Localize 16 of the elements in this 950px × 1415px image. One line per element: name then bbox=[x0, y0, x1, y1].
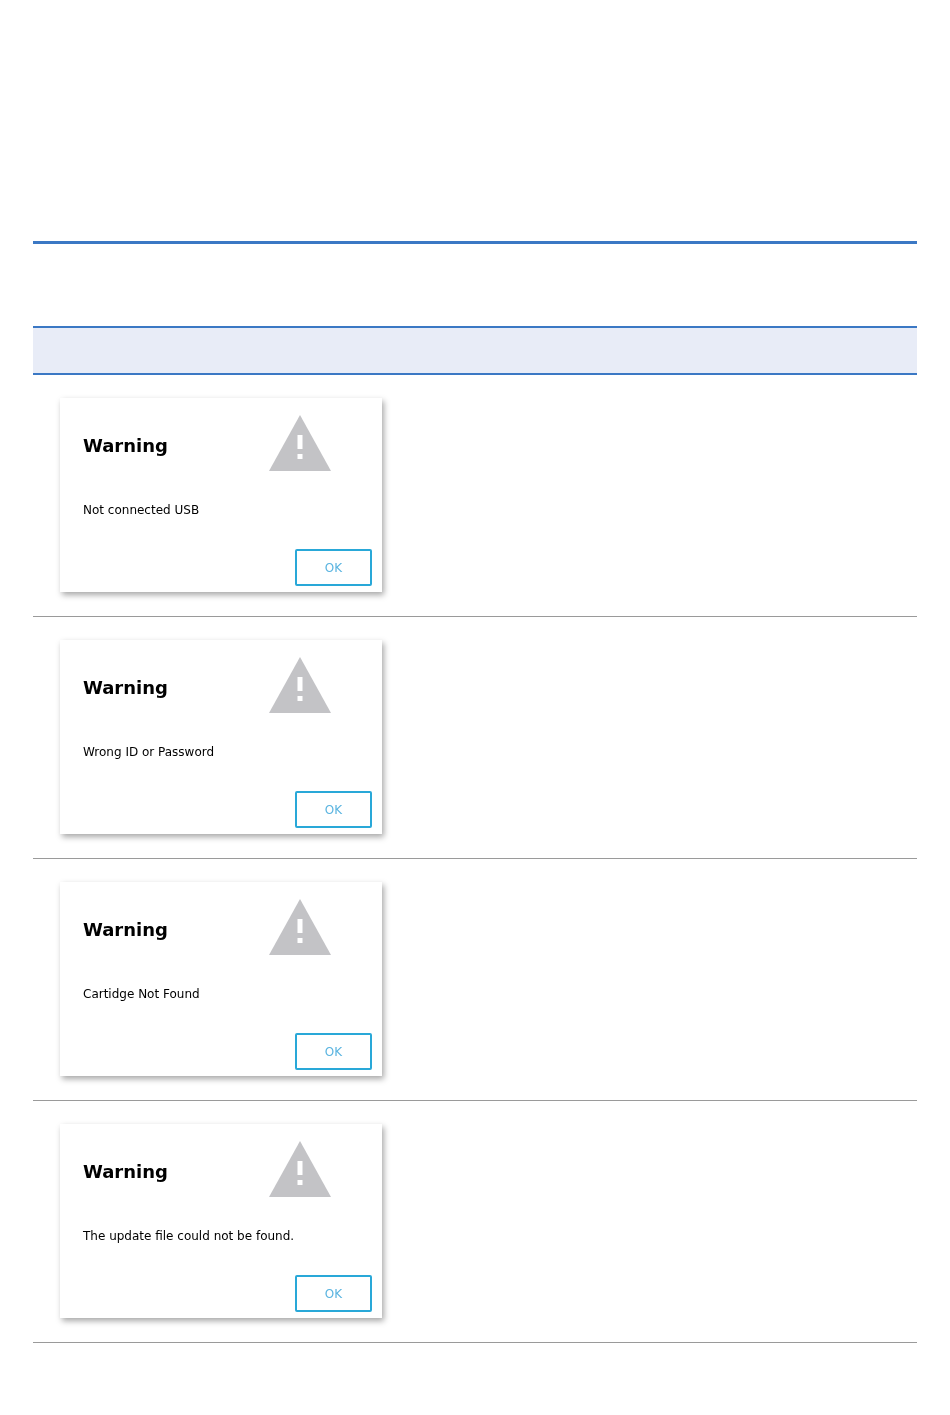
dialog-message: The update file could not be found. bbox=[83, 1228, 296, 1245]
ok-button[interactable]: OK bbox=[295, 549, 372, 586]
dialog-title: Warning bbox=[83, 676, 168, 700]
ok-button[interactable]: OK bbox=[295, 1033, 372, 1070]
warning-icon bbox=[269, 1141, 331, 1197]
dialog-message: Not connected USB bbox=[83, 502, 201, 519]
dialog-title: Warning bbox=[83, 918, 168, 942]
dialog-message: Wrong ID or Password bbox=[83, 744, 216, 761]
warning-icon bbox=[269, 657, 331, 713]
warning-icon bbox=[269, 899, 331, 955]
ok-button[interactable]: OK bbox=[295, 791, 372, 828]
dialog-title: Warning bbox=[83, 434, 168, 458]
warning-icon bbox=[269, 415, 331, 471]
dialog-title: Warning bbox=[83, 1160, 168, 1184]
dialog-message: Cartidge Not Found bbox=[83, 986, 201, 1003]
ok-button[interactable]: OK bbox=[295, 1275, 372, 1312]
